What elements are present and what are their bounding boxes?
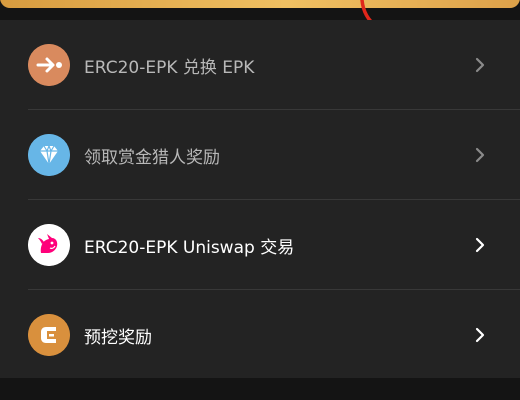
menu-item-label: ERC20-EPK 兑换 EPK — [84, 57, 255, 78]
menu-item-bounty-reward[interactable]: 领取赏金猎人奖励 — [0, 110, 520, 200]
menu-item-erc20-exchange[interactable]: ERC20-EPK 兑换 EPK — [0, 20, 520, 110]
chevron-right-icon — [475, 147, 485, 163]
chevron-right-icon — [475, 327, 485, 343]
diamond-icon — [28, 134, 70, 176]
menu-item-label: ERC20-EPK Uniswap 交易 — [84, 237, 295, 258]
menu-card: ERC20-EPK 兑换 EPK 领取赏金猎人奖励 ERC20-EPK Unis… — [0, 20, 520, 378]
chevron-right-icon — [475, 57, 485, 73]
uniswap-unicorn-icon — [28, 224, 70, 266]
menu-item-label: 预挖奖励 — [84, 327, 152, 348]
page: ERC20-EPK 兑换 EPK 领取赏金猎人奖励 ERC20-EPK Unis… — [0, 0, 520, 400]
menu-item-uniswap-trade[interactable]: ERC20-EPK Uniswap 交易 — [0, 200, 520, 290]
menu-item-premining-reward[interactable]: 预挖奖励 — [0, 290, 520, 380]
chevron-right-icon — [475, 237, 485, 253]
exchange-arrow-icon — [28, 44, 70, 86]
menu-item-label: 领取赏金猎人奖励 — [84, 147, 220, 168]
epk-coin-icon — [28, 314, 70, 356]
bottom-background — [0, 378, 520, 400]
primary-action-button[interactable] — [0, 0, 520, 8]
